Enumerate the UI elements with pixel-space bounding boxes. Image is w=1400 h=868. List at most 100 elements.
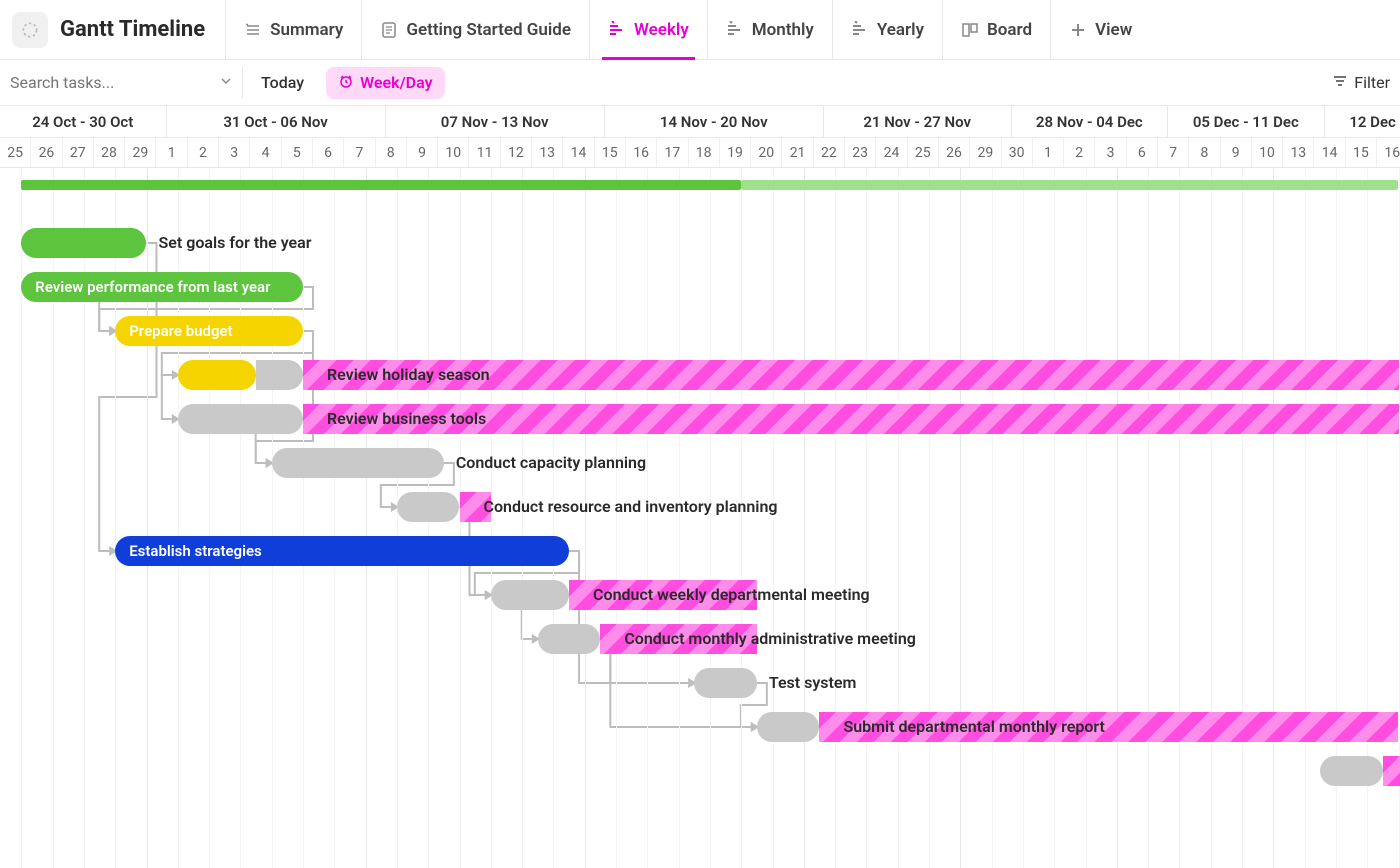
day-cell: 3 (219, 138, 250, 167)
tab-getting-started[interactable]: Getting Started Guide (361, 0, 589, 60)
task-bar[interactable] (694, 668, 757, 698)
day-cell: 6 (1127, 138, 1158, 167)
tab-summary[interactable]: Summary (225, 0, 361, 60)
task-label: Review business tools (327, 409, 486, 428)
gantt-icon (726, 21, 744, 39)
day-cell: 7 (1158, 138, 1189, 167)
tab-yearly[interactable]: Yearly (832, 0, 942, 60)
tab-label: Summary (270, 20, 343, 40)
day-cell: 5 (282, 138, 313, 167)
day-cell: 1 (156, 138, 187, 167)
day-cell: 22 (814, 138, 845, 167)
week-header: 24 Oct - 30 Oct31 Oct - 06 Nov07 Nov - 1… (0, 106, 1400, 138)
day-cell: 2 (1064, 138, 1095, 167)
task-bar[interactable] (491, 580, 569, 610)
tabs-row: Summary Getting Started Guide Weekly Mon… (225, 0, 1150, 60)
day-cell: 9 (407, 138, 438, 167)
chevron-down-icon[interactable] (219, 73, 233, 92)
task-bar[interactable] (21, 228, 146, 258)
day-cell: 21 (782, 138, 813, 167)
day-cell: 8 (376, 138, 407, 167)
day-cell: 23 (845, 138, 876, 167)
task-bar[interactable]: Prepare budget (115, 316, 303, 346)
summary-bar[interactable] (741, 180, 1398, 190)
summary-bar[interactable] (21, 180, 741, 190)
week-cell: 12 Dec - 18 Dec (1325, 106, 1400, 137)
day-cell: 30 (1002, 138, 1033, 167)
gantt-icon (608, 21, 626, 39)
task-bar[interactable] (1320, 756, 1383, 786)
task-bar[interactable] (178, 404, 303, 434)
day-cell: 14 (563, 138, 594, 167)
task-bar[interactable] (256, 360, 303, 390)
day-cell: 8 (1189, 138, 1220, 167)
tab-label: Weekly (634, 20, 689, 40)
today-button[interactable]: Today (242, 67, 314, 98)
filter-button[interactable]: Filter (1332, 73, 1390, 93)
day-cell: 2 (188, 138, 219, 167)
tab-add-view[interactable]: View (1050, 0, 1150, 60)
tab-board[interactable]: Board (942, 0, 1050, 60)
search-box[interactable] (10, 73, 230, 92)
header: Gantt Timeline Summary Getting Started G… (0, 0, 1400, 60)
day-cell: 10 (438, 138, 469, 167)
day-cell: 11 (469, 138, 500, 167)
day-cell: 10 (1252, 138, 1283, 167)
day-cell: 29 (970, 138, 1001, 167)
gantt-body[interactable]: Set goals for the yearReview performance… (0, 168, 1400, 868)
day-cell: 4 (250, 138, 281, 167)
filter-icon (1332, 73, 1348, 93)
task-extension[interactable] (1383, 756, 1400, 786)
filter-label: Filter (1354, 73, 1390, 92)
day-cell: 27 (63, 138, 94, 167)
task-bar[interactable] (538, 624, 601, 654)
week-cell: 05 Dec - 11 Dec (1168, 106, 1325, 137)
day-cell: 3 (1095, 138, 1126, 167)
tab-label: Yearly (877, 20, 924, 40)
week-cell: 07 Nov - 13 Nov (386, 106, 605, 137)
tab-label: Monthly (752, 20, 814, 40)
day-cell: 17 (657, 138, 688, 167)
day-header: 2526272829123456789101112131415161718192… (0, 138, 1400, 168)
doc-icon (380, 21, 398, 39)
day-cell: 26 (939, 138, 970, 167)
day-cell: 29 (125, 138, 156, 167)
search-input[interactable] (10, 73, 213, 92)
day-cell: 24 (876, 138, 907, 167)
day-cell: 13 (1283, 138, 1314, 167)
day-cell: 26 (31, 138, 62, 167)
gantt-icon (851, 21, 869, 39)
tab-monthly[interactable]: Monthly (707, 0, 832, 60)
day-cell: 28 (94, 138, 125, 167)
list-icon (244, 21, 262, 39)
tab-weekly[interactable]: Weekly (589, 0, 707, 60)
task-bar[interactable]: Establish strategies (115, 536, 569, 566)
controls-row: Today Week/Day Filter (0, 60, 1400, 106)
week-cell: 24 Oct - 30 Oct (0, 106, 167, 137)
day-cell: 25 (908, 138, 939, 167)
task-label: Conduct capacity planning (456, 453, 646, 472)
timeline: 24 Oct - 30 Oct31 Oct - 06 Nov07 Nov - 1… (0, 106, 1400, 868)
day-cell: 16 (626, 138, 657, 167)
zoom-selector[interactable]: Week/Day (326, 67, 444, 99)
task-label: Submit departmental monthly report (843, 717, 1104, 736)
task-bar[interactable] (178, 360, 256, 390)
day-cell: 1 (1033, 138, 1064, 167)
task-bar[interactable] (757, 712, 820, 742)
board-icon (961, 21, 979, 39)
task-bar[interactable]: Review performance from last year (21, 272, 303, 302)
day-cell: 16 (1377, 138, 1400, 167)
task-bar[interactable] (397, 492, 460, 522)
app-icon[interactable] (12, 12, 48, 48)
tab-label: Getting Started Guide (406, 20, 571, 40)
day-cell: 12 (501, 138, 532, 167)
day-cell: 25 (0, 138, 31, 167)
day-cell: 15 (595, 138, 626, 167)
task-bar[interactable] (272, 448, 444, 478)
day-cell: 13 (532, 138, 563, 167)
day-cell: 15 (1346, 138, 1377, 167)
page-title: Gantt Timeline (60, 17, 205, 42)
day-cell: 20 (751, 138, 782, 167)
task-label: Conduct resource and inventory planning (484, 497, 778, 516)
day-cell: 9 (1221, 138, 1252, 167)
